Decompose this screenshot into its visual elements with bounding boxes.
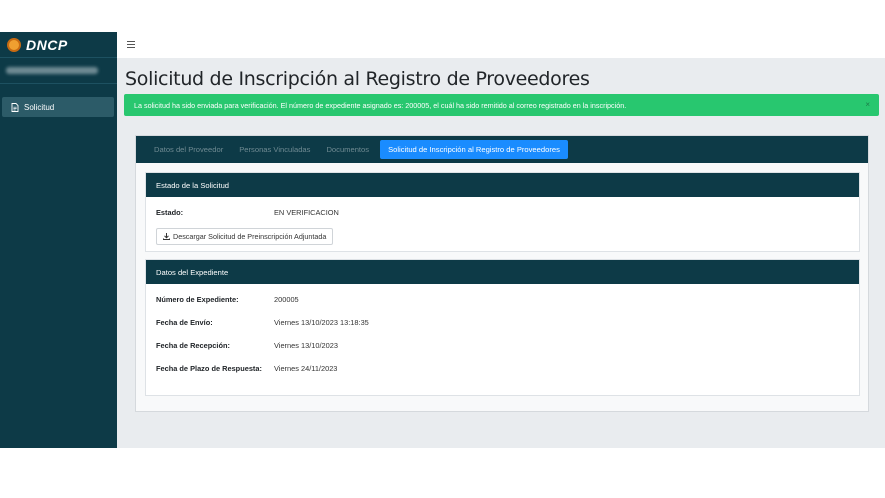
download-label: Descargar Solicitud de Preinscripción Ad… <box>173 232 327 241</box>
tab-bar: Datos del Proveedor Personas Vinculadas … <box>136 136 868 163</box>
menu-icon[interactable] <box>127 41 135 48</box>
brand[interactable]: DNCP <box>0 32 117 58</box>
field-value: EN VERIFICACION <box>274 208 339 217</box>
brand-name: DNCP <box>26 36 68 53</box>
download-button[interactable]: Descargar Solicitud de Preinscripción Ad… <box>156 228 334 245</box>
panel-header: Estado de la Solicitud <box>146 173 859 197</box>
document-icon <box>11 102 19 112</box>
tab-datos-proveedor[interactable]: Datos del Proveedor <box>146 140 231 159</box>
top-bar <box>117 32 885 58</box>
sidebar-item-solicitud[interactable]: Solicitud <box>2 97 114 117</box>
download-icon <box>163 233 170 240</box>
field-value: 200005 <box>274 295 299 304</box>
field-value: Viernes 24/11/2023 <box>274 364 338 373</box>
tab-personas-vinculadas[interactable]: Personas Vinculadas <box>231 140 318 159</box>
page-title: Solicitud de Inscripción al Registro de … <box>125 68 590 90</box>
field-label: Fecha de Plazo de Respuesta: <box>156 364 262 373</box>
estado-row: Estado: EN VERIFICACION <box>156 208 339 217</box>
field-row-plazo-respuesta: Fecha de Plazo de Respuesta: Viernes 24/1… <box>156 364 337 373</box>
field-row-fecha-recepcion: Fecha de Recepción: Viernes 13/10/2023 <box>156 341 338 350</box>
field-label: Estado: <box>156 208 184 217</box>
sidebar-item-label: Solicitud <box>24 102 55 112</box>
main-content: Solicitud de Inscripción al Registro de … <box>117 58 885 448</box>
tab-solicitud-inscripcion[interactable]: Solicitud de Inscripción al Registro de … <box>380 140 568 159</box>
tab-documentos[interactable]: Documentos <box>318 140 377 159</box>
panel-header: Datos del Expediente <box>146 260 859 284</box>
field-value: Viernes 13/10/2023 13:18:35 <box>274 318 369 327</box>
field-row-fecha-envio: Fecha de Envío: Viernes 13/10/2023 13:18:… <box>156 318 369 327</box>
field-label: Fecha de Recepción: <box>156 341 230 350</box>
inscription-card: Datos del Proveedor Personas Vinculadas … <box>135 135 869 412</box>
expediente-panel: Datos del Expediente Número de Expedient… <box>145 259 860 396</box>
success-alert: La solicitud ha sido enviada para verifi… <box>124 94 879 116</box>
close-icon[interactable]: × <box>865 100 870 109</box>
sidebar: DNCP Solicitud <box>0 32 117 448</box>
field-row-numero: Número de Expediente: 200005 <box>156 295 299 304</box>
app-window: DNCP Solicitud Solicitud de Inscripción … <box>0 32 885 448</box>
field-label: Fecha de Envío: <box>156 318 213 327</box>
field-value: Viernes 13/10/2023 <box>274 341 338 350</box>
user-name-blurred <box>0 58 117 84</box>
blurred-user-text <box>6 67 98 74</box>
brand-logo-icon <box>7 37 21 52</box>
alert-message: La solicitud ha sido enviada para verifi… <box>134 100 627 110</box>
field-label: Número de Expediente: <box>156 295 239 304</box>
estado-panel: Estado de la Solicitud Estado: EN VERIFIC… <box>145 172 860 252</box>
